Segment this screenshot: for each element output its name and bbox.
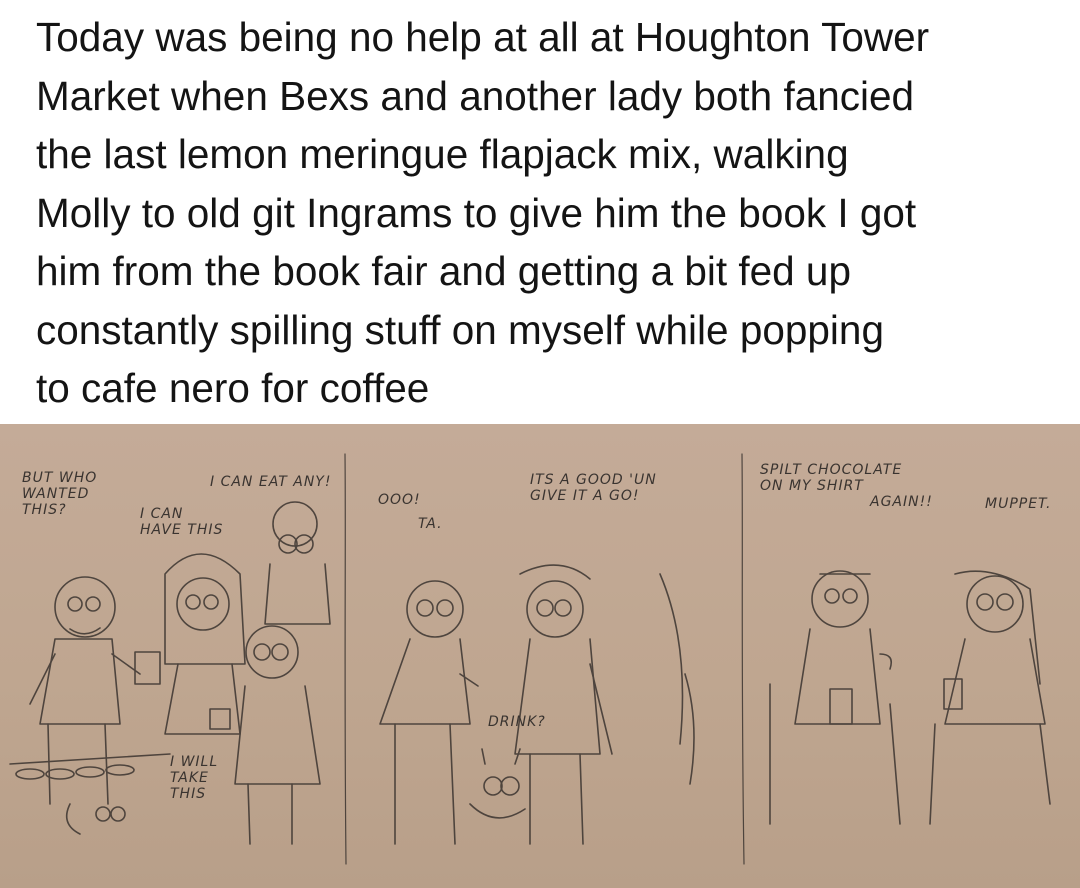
- post-text-line: Molly to old git Ingrams to give him the…: [36, 189, 917, 236]
- post-text-line: the last lemon meringue flapjack mix, wa…: [36, 131, 849, 177]
- speech-bubble: I CAN HAVE THIS: [140, 506, 224, 538]
- speech-bubble: I CAN EAT ANY!: [210, 474, 332, 490]
- post-text-line: him from the book fair and getting a bit…: [36, 248, 851, 294]
- speech-bubble: ITS A GOOD 'UN GIVE IT A GO!: [530, 472, 657, 504]
- post-text-line: to cafe nero for coffee: [36, 365, 430, 411]
- post-text-line: constantly spilling stuff on myself whil…: [36, 306, 884, 353]
- speech-bubble: DRINK?: [488, 714, 546, 730]
- character-man-cap-panel1: [264, 501, 331, 625]
- post-text-line: Today was being no help at all at Hought…: [36, 14, 930, 60]
- comic-strip-image[interactable]: BUT WHO WANTED THIS? I CAN HAVE THIS I C…: [0, 424, 1080, 888]
- post-text-line: Market when Bexs and another lady both f…: [36, 72, 915, 119]
- doorway-panel2: [659, 573, 695, 785]
- panel-divider: [741, 453, 745, 865]
- post-text: Today was being no help at all at Hought…: [36, 8, 1056, 418]
- speech-bubble: I WILL TAKE THIS: [170, 754, 219, 802]
- character-ingram-panel2: [514, 564, 613, 845]
- speech-bubble: SPILT CHOCOLATE ON MY SHIRT: [760, 462, 903, 494]
- character-child-panel1: [234, 625, 321, 845]
- character-woman-panel3: [929, 570, 1051, 825]
- speech-bubble: OOO!: [378, 492, 421, 508]
- speech-bubble: MUPPET.: [985, 496, 1052, 512]
- speech-bubble: TA.: [418, 516, 443, 532]
- panel-divider: [344, 453, 347, 865]
- speech-bubble: AGAIN!!: [870, 494, 933, 510]
- dog-panel2: [469, 748, 526, 819]
- character-walker-panel2: [379, 580, 479, 845]
- character-man-panel1: [29, 576, 141, 805]
- character-man-panel3: [769, 570, 901, 825]
- character-woman-panel1: [164, 553, 246, 735]
- speech-bubble: BUT WHO WANTED THIS?: [22, 470, 98, 518]
- dog-panel1: [65, 803, 126, 835]
